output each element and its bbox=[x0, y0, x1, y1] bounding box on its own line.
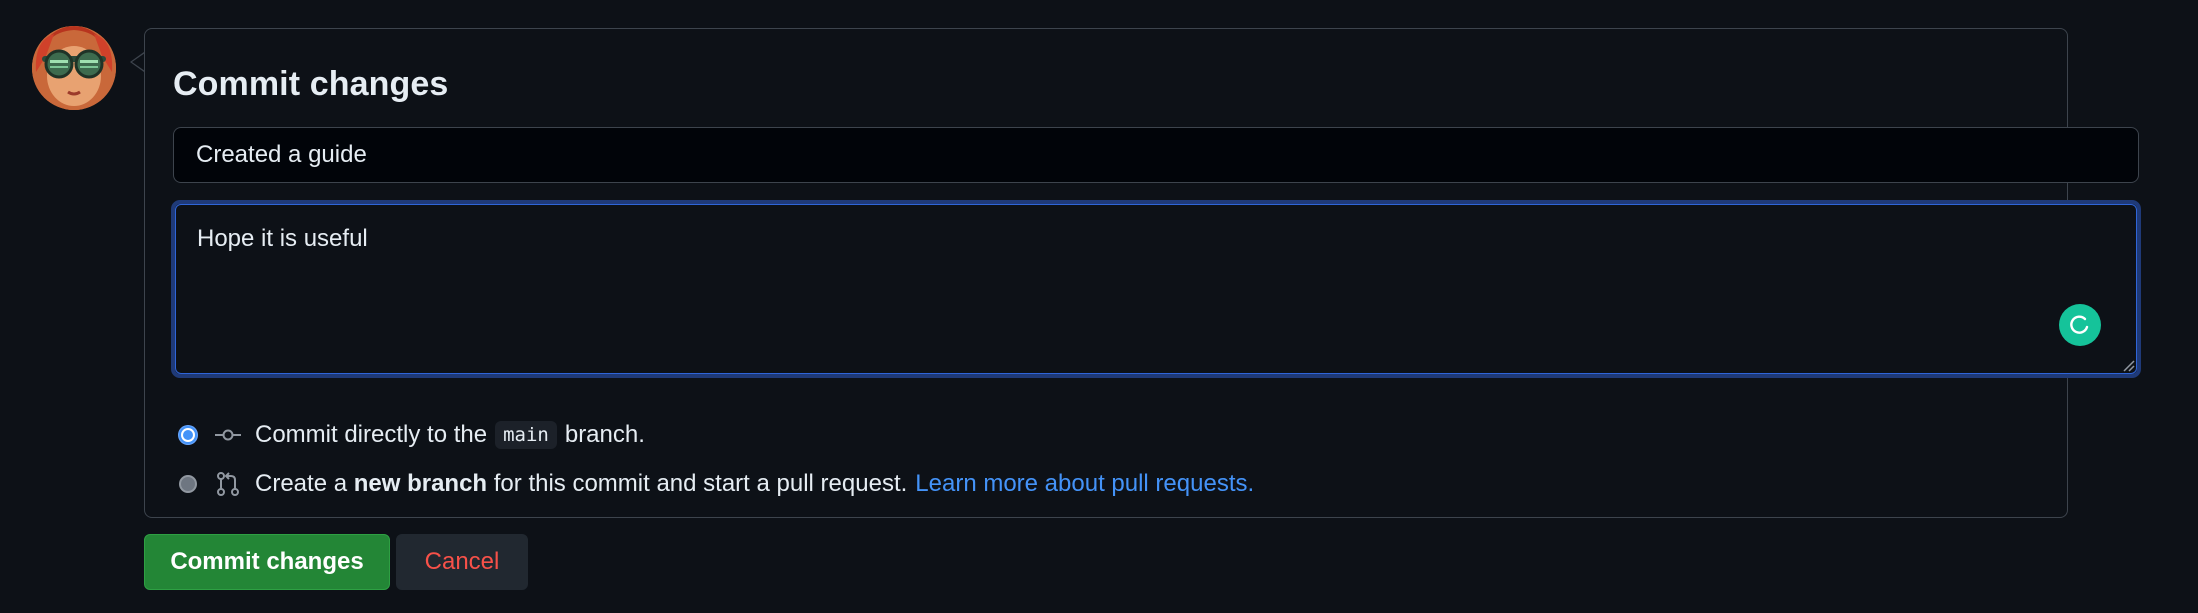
avatar-image bbox=[32, 26, 116, 110]
commit-dialog-page: Commit changes Hope it is useful bbox=[0, 0, 2198, 613]
new-branch-prefix: Create a bbox=[255, 470, 348, 497]
new-branch-radio[interactable] bbox=[179, 475, 197, 493]
commit-panel: Commit changes Hope it is useful bbox=[144, 28, 2141, 518]
grammarly-icon bbox=[2070, 315, 2089, 334]
cancel-button[interactable]: Cancel bbox=[396, 534, 528, 590]
commit-direct-prefix: Commit directly to the bbox=[255, 421, 488, 448]
commit-direct-suffix: branch. bbox=[564, 421, 645, 448]
learn-more-pull-requests-link[interactable]: Learn more about pull requests. bbox=[915, 470, 1254, 498]
panel-title: Commit changes bbox=[173, 65, 449, 103]
user-avatar[interactable] bbox=[32, 26, 116, 110]
branch-name-chip: main bbox=[495, 421, 557, 449]
new-branch-option[interactable]: Create a new branch for this commit and … bbox=[179, 470, 1254, 498]
git-commit-icon bbox=[215, 422, 241, 448]
commit-description-textarea[interactable]: Hope it is useful bbox=[175, 204, 2137, 374]
commit-description-container: Hope it is useful bbox=[171, 200, 2141, 378]
commit-direct-radio[interactable] bbox=[179, 426, 197, 444]
commit-direct-option[interactable]: Commit directly to the main branch. bbox=[179, 421, 645, 449]
git-pull-request-icon bbox=[215, 471, 241, 497]
resize-grip-icon[interactable] bbox=[2121, 358, 2135, 372]
grammarly-badge[interactable] bbox=[2059, 304, 2101, 346]
new-branch-bold: new branch bbox=[353, 470, 488, 497]
commit-changes-button[interactable]: Commit changes bbox=[144, 534, 390, 590]
new-branch-suffix: for this commit and start a pull request… bbox=[493, 470, 908, 497]
commit-summary-input[interactable] bbox=[173, 127, 2139, 183]
